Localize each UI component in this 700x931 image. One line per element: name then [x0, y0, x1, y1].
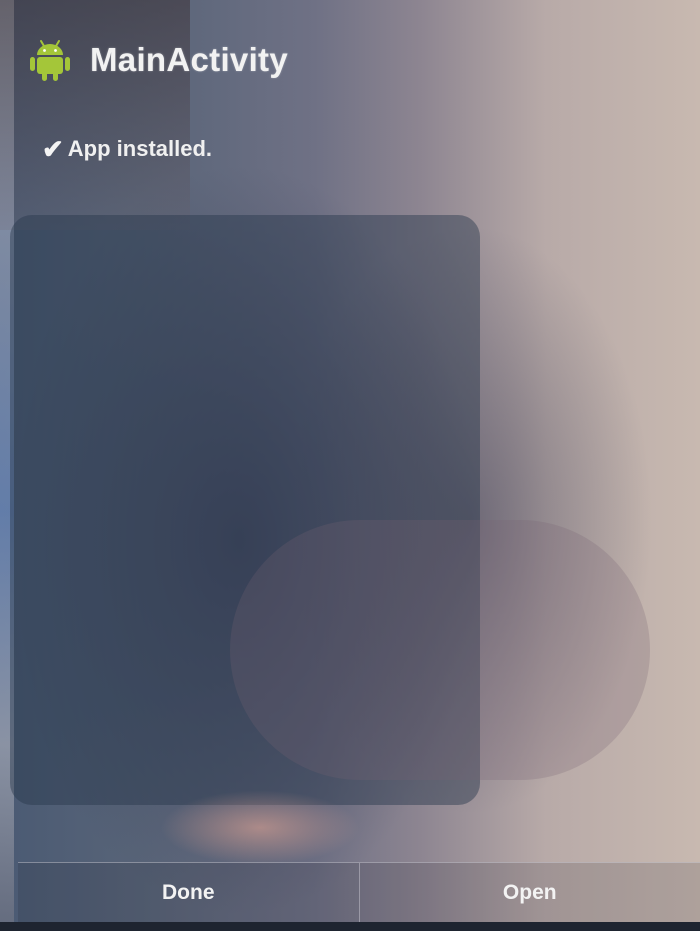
- open-button[interactable]: Open: [360, 863, 700, 923]
- install-status: ✔ App installed.: [42, 136, 212, 162]
- background-reflection: [0, 0, 190, 230]
- dialog-button-bar: Done Open: [18, 862, 700, 923]
- status-text: App installed.: [67, 136, 213, 161]
- hand-reflection: [230, 520, 650, 780]
- bottom-edge: [0, 922, 700, 931]
- install-complete-screen: MainActivity ✔ App installed. Done Open: [0, 0, 700, 931]
- dialog-title: MainActivity: [90, 41, 288, 78]
- dialog-header: MainActivity: [30, 38, 288, 82]
- light-glare: [160, 790, 360, 865]
- check-icon: ✔: [42, 134, 64, 164]
- done-button[interactable]: Done: [18, 863, 360, 923]
- android-icon: [30, 40, 70, 81]
